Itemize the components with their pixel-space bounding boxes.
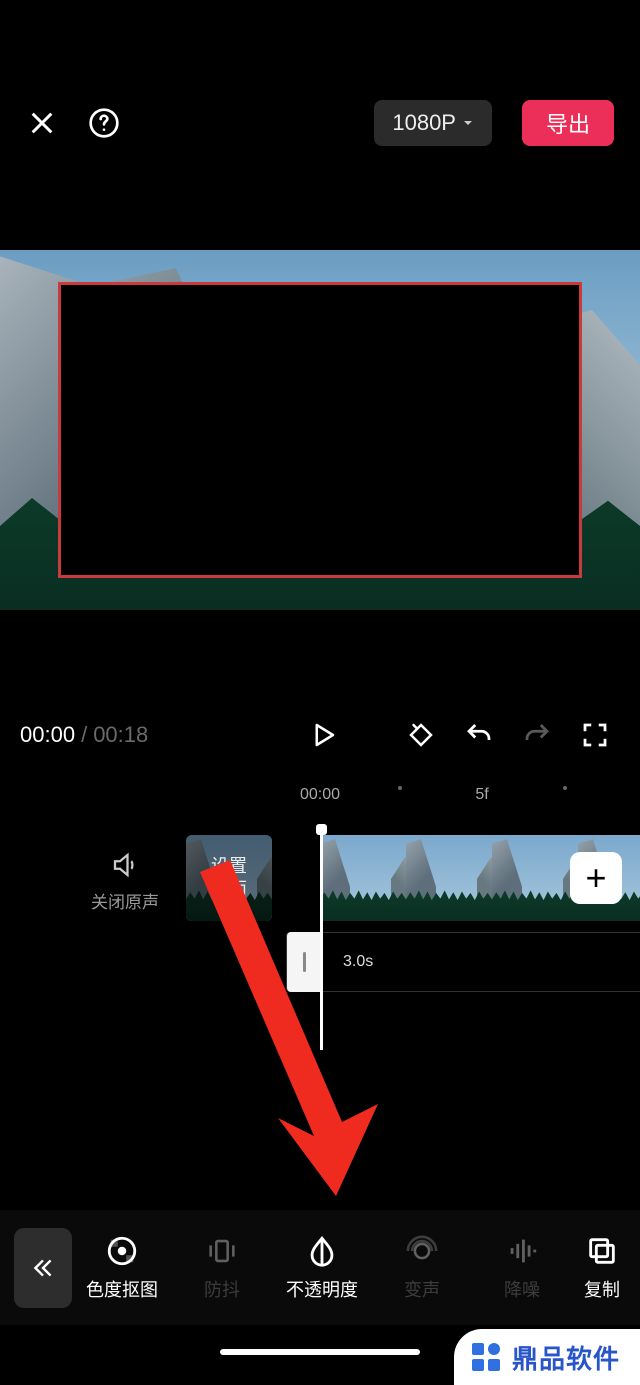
current-time: 00:00 bbox=[20, 722, 75, 747]
tool-chroma[interactable]: 色度抠图 bbox=[72, 1234, 172, 1302]
ruler-dot bbox=[563, 786, 567, 790]
chevron-down-icon bbox=[462, 117, 474, 129]
total-time: 00:18 bbox=[93, 722, 148, 747]
fullscreen-button[interactable] bbox=[570, 710, 620, 760]
playhead[interactable] bbox=[320, 830, 323, 1050]
clip-handle-left[interactable] bbox=[287, 932, 321, 992]
ruler-dot bbox=[398, 786, 402, 790]
resolution-button[interactable]: 1080P bbox=[374, 100, 492, 146]
tool-stabilize[interactable]: 防抖 bbox=[172, 1234, 272, 1302]
ruler-mark: 00:00 bbox=[300, 786, 340, 804]
watermark-text: 鼎品软件 bbox=[512, 1339, 620, 1376]
denoise-icon bbox=[505, 1234, 539, 1268]
undo-button[interactable] bbox=[454, 710, 504, 760]
close-button[interactable] bbox=[26, 107, 58, 139]
timeline-ruler[interactable]: 00:00 5f bbox=[0, 782, 640, 812]
toolbar-back-button[interactable] bbox=[14, 1228, 72, 1308]
clip-duration: 3.0s bbox=[343, 953, 373, 971]
help-button[interactable] bbox=[88, 107, 120, 139]
bottom-toolbar: 色度抠图 防抖 不透明度 变声 降噪 复制 bbox=[0, 1210, 640, 1325]
tool-label: 防抖 bbox=[204, 1276, 240, 1302]
stabilize-icon bbox=[205, 1234, 239, 1268]
tool-label: 不透明度 bbox=[286, 1276, 358, 1302]
export-button[interactable]: 导出 bbox=[522, 100, 614, 146]
mute-label: 关闭原声 bbox=[91, 888, 159, 913]
watermark-icon bbox=[470, 1341, 502, 1373]
overlay-selection-frame[interactable] bbox=[58, 282, 582, 578]
time-display: 00:00/00:18 bbox=[20, 722, 148, 748]
keyframe-button[interactable] bbox=[396, 710, 446, 760]
overlay-track-clip[interactable]: 3.0s bbox=[286, 932, 640, 992]
tool-opacity[interactable]: 不透明度 bbox=[272, 1234, 372, 1302]
mute-audio-button[interactable]: 关闭原声 bbox=[80, 850, 170, 913]
set-cover-button[interactable]: 设置 封面 bbox=[186, 835, 272, 921]
resolution-label: 1080P bbox=[392, 110, 456, 136]
chroma-icon bbox=[105, 1234, 139, 1268]
play-button[interactable] bbox=[298, 710, 348, 760]
home-indicator bbox=[220, 1349, 420, 1355]
tool-label: 色度抠图 bbox=[86, 1276, 158, 1302]
cover-label: 设置 封面 bbox=[211, 855, 247, 902]
tool-copy[interactable]: 复制 bbox=[572, 1234, 632, 1302]
opacity-icon bbox=[305, 1234, 339, 1268]
tool-denoise[interactable]: 降噪 bbox=[472, 1234, 572, 1302]
speaker-icon bbox=[110, 850, 140, 880]
export-label: 导出 bbox=[546, 107, 590, 139]
copy-icon bbox=[585, 1234, 619, 1268]
tool-label: 降噪 bbox=[504, 1276, 540, 1302]
tool-label: 复制 bbox=[584, 1276, 620, 1302]
voice-icon bbox=[405, 1234, 439, 1268]
tool-label: 变声 bbox=[404, 1276, 440, 1302]
ruler-mark: 5f bbox=[475, 786, 488, 804]
plus-icon: + bbox=[585, 857, 606, 899]
time-separator: / bbox=[81, 722, 87, 747]
tool-voice[interactable]: 变声 bbox=[372, 1234, 472, 1302]
add-clip-button[interactable]: + bbox=[570, 852, 622, 904]
redo-button[interactable] bbox=[512, 710, 562, 760]
watermark: 鼎品软件 bbox=[454, 1329, 640, 1385]
video-preview[interactable] bbox=[0, 250, 640, 610]
